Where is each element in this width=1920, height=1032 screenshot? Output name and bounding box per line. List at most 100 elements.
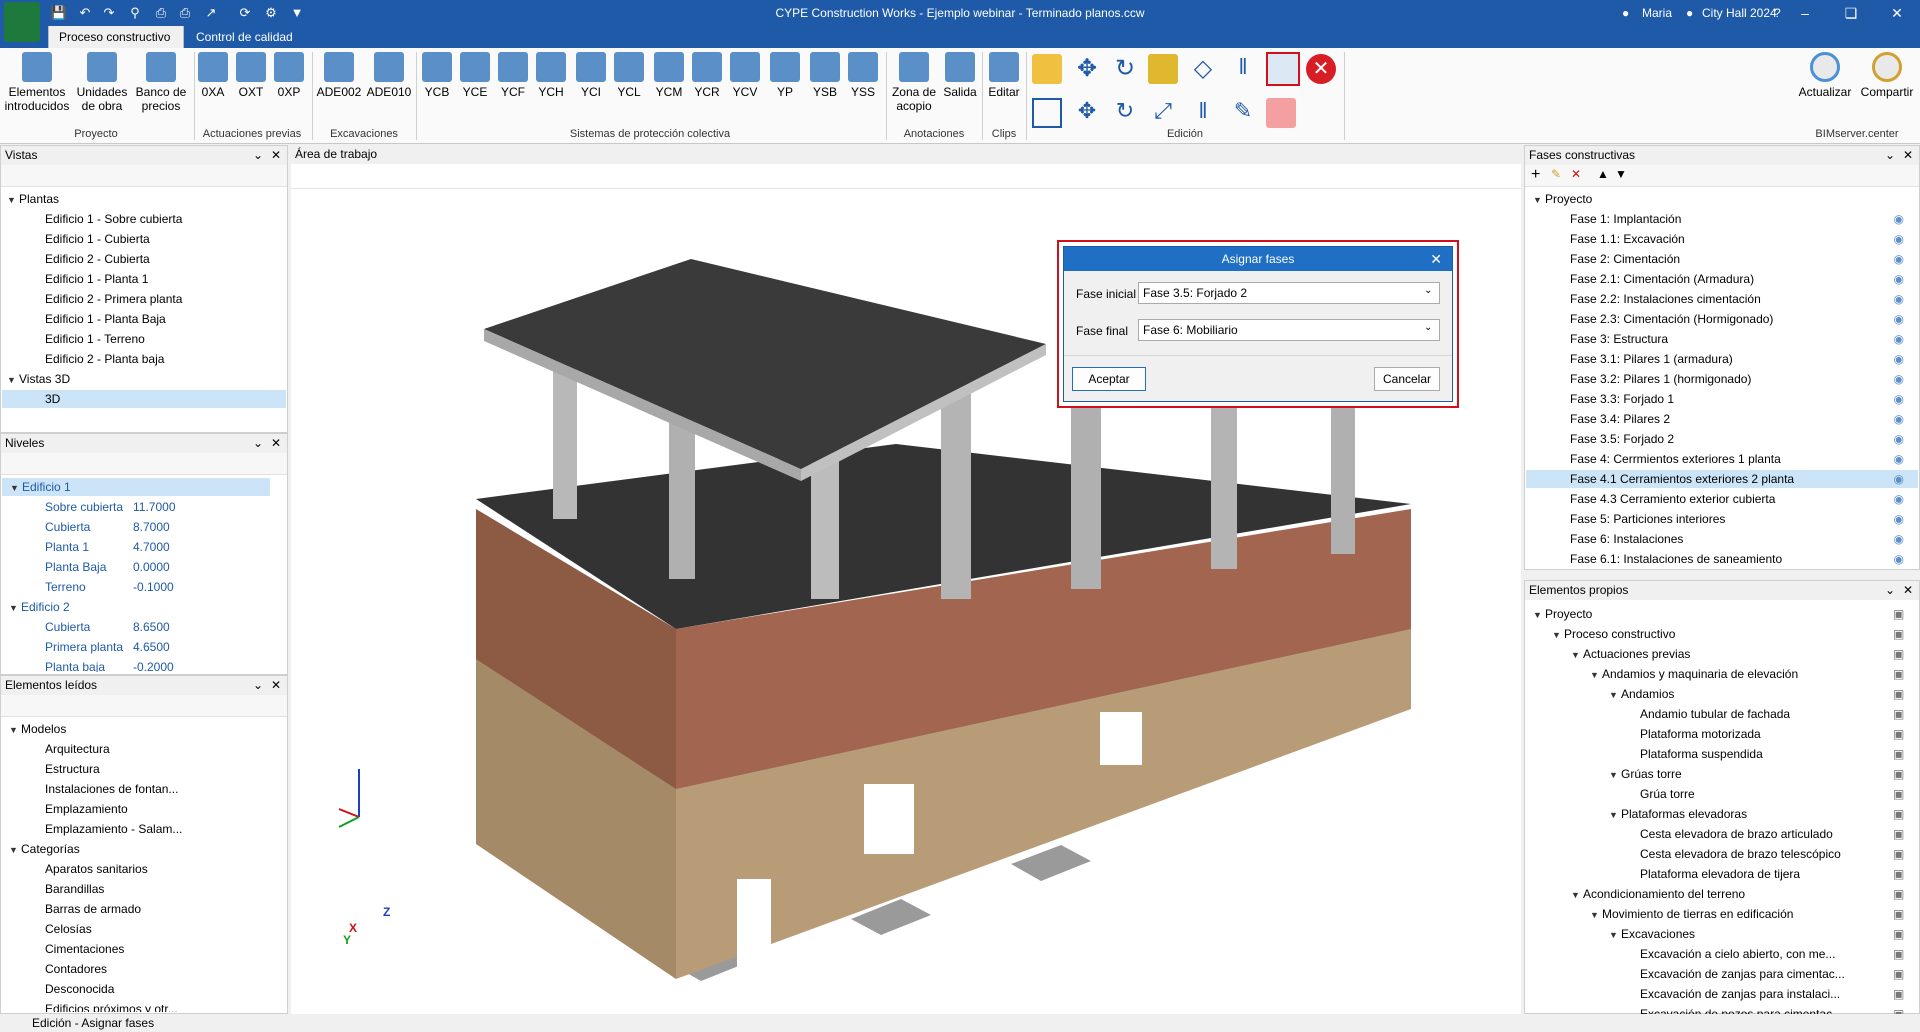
rectangle-icon[interactable]	[1032, 98, 1062, 128]
tree-item[interactable]: Excavación de zanjas para cimentac...	[1628, 965, 1845, 983]
category-item[interactable]: Edificios próximos y otr...	[45, 1000, 178, 1012]
location-icon[interactable]: ●	[1686, 3, 1693, 23]
yce-button[interactable]: YCE	[458, 52, 492, 99]
tree-node-modelos[interactable]: ▼ Modelos	[9, 720, 66, 738]
rotate-icon[interactable]: ↻	[1110, 54, 1140, 84]
category-item[interactable]: Barandillas	[45, 880, 104, 898]
level-name[interactable]: Planta Baja	[45, 558, 106, 576]
eye-icon[interactable]: ◉	[1894, 310, 1904, 328]
tree-item[interactable]: ▼ Grúas torre	[1609, 765, 1682, 783]
tree-item[interactable]: ▼ Andamios y maquinaria de elevación	[1590, 665, 1798, 683]
level-value[interactable]: 0.0000	[133, 558, 170, 576]
close-icon[interactable]: ✕	[271, 434, 281, 453]
elementos-introducidos-button[interactable]: Elementos introducidos	[4, 52, 70, 113]
chevron-down-icon[interactable]: ⌄	[1424, 285, 1432, 296]
chevron-down-icon[interactable]: ⌄	[253, 676, 263, 695]
lock-icon[interactable]: ▣	[1893, 665, 1904, 683]
fase-item[interactable]: Fase 3.5: Forjado 2 ◉	[1526, 430, 1918, 448]
chevron-down-icon[interactable]: ▼	[1590, 906, 1602, 924]
tab-control-calidad[interactable]: Control de calidad	[186, 26, 303, 48]
move-down-icon[interactable]: ▼	[1615, 167, 1627, 181]
help-icon[interactable]: ?	[1774, 3, 1781, 23]
ysb-button[interactable]: YSB	[808, 52, 842, 99]
tree-item[interactable]: ▼ Actuaciones previas	[1571, 645, 1690, 663]
eye-icon[interactable]: ◉	[1894, 530, 1904, 548]
compartir-button[interactable]: Compartir	[1856, 52, 1918, 99]
lock-icon[interactable]: ▣	[1893, 685, 1904, 703]
chevron-down-icon[interactable]: ▼	[1533, 606, 1545, 624]
model-item[interactable]: Instalaciones de fontan...	[45, 780, 178, 798]
chevron-down-icon[interactable]: ▼	[1571, 646, 1583, 664]
category-item[interactable]: Aparatos sanitarios	[45, 860, 148, 878]
fase-item[interactable]: Fase 2: Cimentación ◉	[1526, 250, 1918, 268]
actualizar-button[interactable]: Actualizar	[1796, 52, 1854, 99]
delete-icon[interactable]: ✕	[1571, 167, 1581, 181]
tree-node-vistas-3d[interactable]: ▼ Vistas 3D	[7, 370, 70, 388]
category-item[interactable]: Barras de armado	[45, 900, 141, 918]
level-value[interactable]: -0.1000	[133, 578, 174, 596]
lock-icon[interactable]: ▣	[1893, 885, 1904, 903]
eye-icon[interactable]: ◉	[1894, 330, 1904, 348]
oxt-button[interactable]: OXT	[234, 52, 268, 99]
banco-precios-button[interactable]: Banco de precios	[132, 52, 190, 113]
ycv-button[interactable]: YCV	[728, 52, 762, 99]
chevron-down-icon[interactable]: ⌄	[1885, 146, 1895, 165]
cancelar-button[interactable]: Cancelar	[1374, 367, 1440, 391]
restore-button[interactable]: ❏	[1828, 0, 1874, 26]
lock-icon[interactable]: ▣	[1893, 765, 1904, 783]
project-location[interactable]: City Hall 2024	[1702, 3, 1777, 23]
tree-item[interactable]: Edificio 2 - Primera planta	[45, 290, 182, 308]
chevron-down-icon[interactable]: ▼	[1533, 191, 1545, 209]
tree-item[interactable]: Excavación a cielo abierto, con me...	[1628, 945, 1835, 963]
tab-proceso-constructivo[interactable]: Proceso constructivo	[48, 26, 184, 48]
chevron-down-icon[interactable]: ⌄	[1885, 581, 1895, 600]
ycm-button[interactable]: YCM	[652, 52, 686, 99]
close-icon[interactable]: ✕	[1903, 581, 1913, 600]
chevron-down-icon[interactable]: ▼	[7, 371, 19, 389]
tree-item[interactable]: Edificio 1 - Planta Baja	[45, 310, 166, 328]
aceptar-button[interactable]: Aceptar	[1072, 367, 1146, 391]
fase-item[interactable]: Fase 3.4: Pilares 2 ◉	[1526, 410, 1918, 428]
category-item[interactable]: Cimentaciones	[45, 940, 124, 958]
layers-icon[interactable]: ◇	[1188, 54, 1218, 84]
eye-icon[interactable]: ◉	[1894, 490, 1904, 508]
tree-item[interactable]: Edificio 1 - Terreno	[45, 330, 145, 348]
eye-icon[interactable]: ◉	[1894, 350, 1904, 368]
fase-item[interactable]: Fase 5: Particiones interiores ◉	[1526, 510, 1918, 528]
tree-item[interactable]: ▼ Excavaciones	[1609, 925, 1695, 943]
add-icon[interactable]: +	[1531, 166, 1540, 184]
tree-item[interactable]: Excavación de zanjas para instalaci...	[1628, 985, 1840, 1003]
tree-item[interactable]: Plataforma elevadora de tijera	[1628, 865, 1800, 883]
dialog-close-icon[interactable]: ✕	[1430, 251, 1442, 268]
tree-node-plantas[interactable]: ▼ Plantas	[7, 190, 59, 208]
ycf-button[interactable]: YCF	[496, 52, 530, 99]
ycl-button[interactable]: YCL	[612, 52, 646, 99]
close-window-button[interactable]: ✕	[1874, 0, 1920, 26]
tree-item[interactable]: Plataforma motorizada	[1628, 725, 1761, 743]
yss-button[interactable]: YSS	[846, 52, 880, 99]
move-up-icon[interactable]: ▲	[1597, 167, 1609, 181]
fase-item[interactable]: Fase 6.1: Instalaciones de saneamiento ◉	[1526, 550, 1918, 568]
category-item[interactable]: Desconocida	[45, 980, 114, 998]
fase-item[interactable]: Fase 1.1: Excavación ◉	[1526, 230, 1918, 248]
chevron-down-icon[interactable]: ⌄	[1424, 322, 1432, 333]
chevron-down-icon[interactable]: ▼	[1571, 886, 1583, 904]
model-item[interactable]: Emplazamiento	[45, 800, 128, 818]
ycb-button[interactable]: YCB	[420, 52, 454, 99]
close-icon[interactable]: ✕	[271, 146, 281, 165]
pencil-icon[interactable]	[1032, 54, 1062, 84]
fase-item[interactable]: Fase 2.2: Instalaciones cimentación ◉	[1526, 290, 1918, 308]
paint-icon[interactable]: ✎	[1228, 98, 1258, 128]
fase-item[interactable]: Fase 4.1 Cerramientos exteriores 2 plant…	[1526, 470, 1918, 488]
fase-item[interactable]: Fase 3.3: Forjado 1 ◉	[1526, 390, 1918, 408]
yci-button[interactable]: YCI	[574, 52, 608, 99]
tree-node-categorias[interactable]: ▼ Categorías	[9, 840, 80, 858]
tree-item[interactable]: ▼ Movimiento de tierras en edificación	[1590, 905, 1793, 923]
eye-icon[interactable]: ◉	[1894, 410, 1904, 428]
chevron-down-icon[interactable]: ▼	[1609, 926, 1621, 944]
fase-item[interactable]: Fase 4: Cerrmientos exteriores 1 planta ◉	[1526, 450, 1918, 468]
mirror-icon[interactable]: ‖	[1188, 98, 1218, 128]
eye-icon[interactable]: ◉	[1894, 450, 1904, 468]
delete-icon[interactable]: ✕	[1306, 54, 1336, 84]
lock-icon[interactable]: ▣	[1893, 785, 1904, 803]
